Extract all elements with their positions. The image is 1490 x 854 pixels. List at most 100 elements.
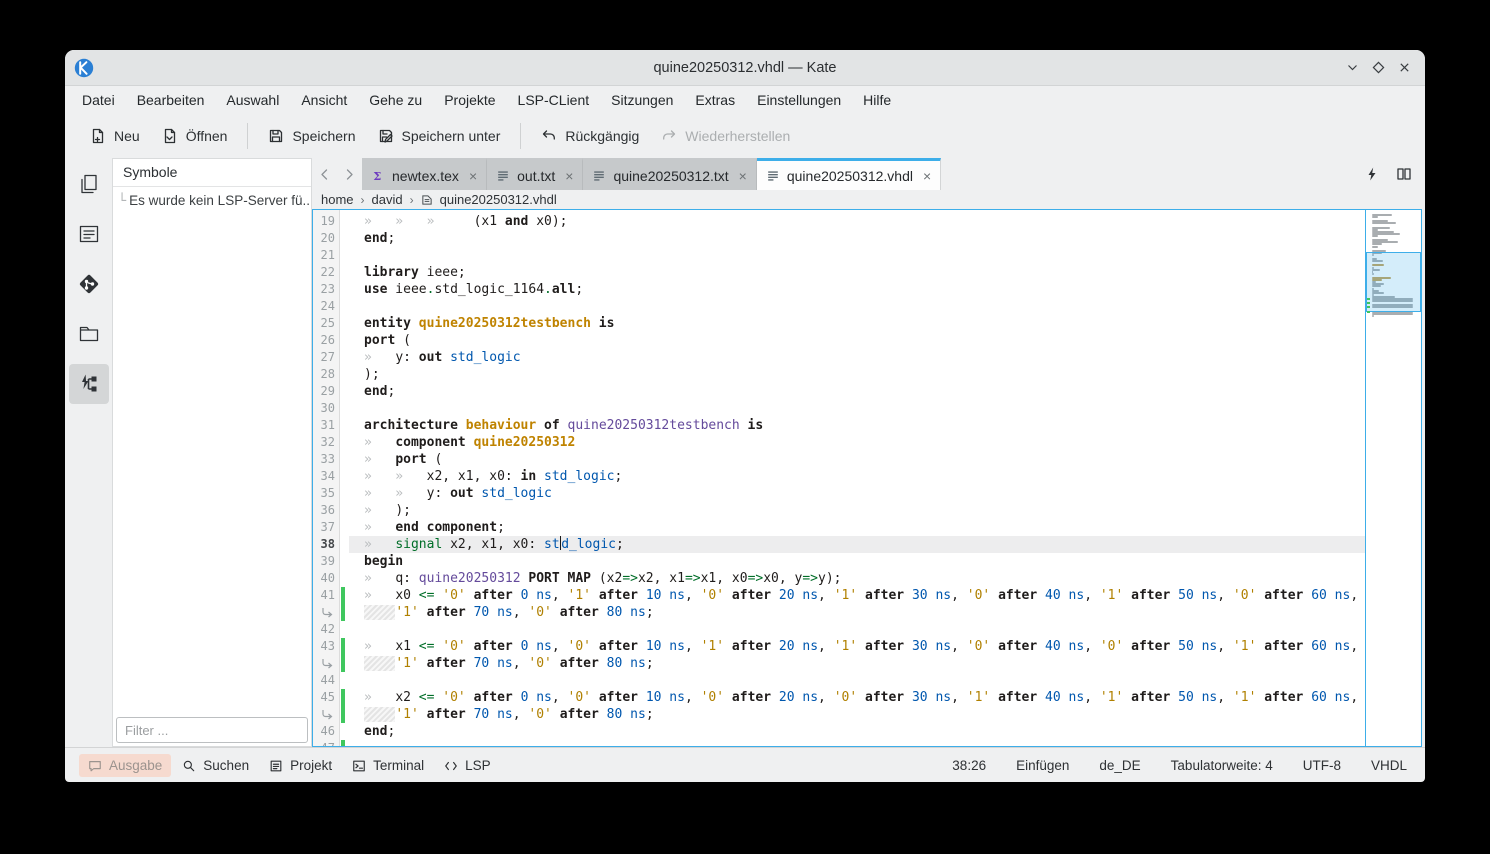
code-line-20[interactable]: end;: [349, 230, 1365, 247]
line-number-47[interactable]: 47: [313, 740, 335, 747]
menu-projekte[interactable]: Projekte: [433, 88, 506, 112]
statusbar-projekt-button[interactable]: Projekt: [260, 754, 341, 777]
code-line-27[interactable]: » y: out std_logic: [349, 349, 1365, 366]
line-number-19[interactable]: 19: [313, 213, 335, 230]
line-number-40[interactable]: 40: [313, 570, 335, 587]
toolbar-speichern-unter-button[interactable]: Speichern unter: [367, 121, 512, 151]
code-line-25[interactable]: entity quine20250312testbench is: [349, 315, 1365, 332]
line-number-32[interactable]: 32: [313, 434, 335, 451]
code-line-34[interactable]: » » x2, x1, x0: in std_logic;: [349, 468, 1365, 485]
code-line-37[interactable]: » end component;: [349, 519, 1365, 536]
minimize-button[interactable]: [1346, 61, 1359, 74]
code-line-30[interactable]: [349, 400, 1365, 417]
code-line-26[interactable]: port (: [349, 332, 1365, 349]
code-line-35[interactable]: » » y: out std_logic: [349, 485, 1365, 502]
tab-close-icon[interactable]: ×: [739, 169, 747, 183]
line-number-24[interactable]: 24: [313, 298, 335, 315]
statusbar-lsp-button[interactable]: LSP: [435, 754, 500, 777]
split-view-icon[interactable]: [1396, 166, 1412, 182]
minimap-scrollbar[interactable]: [1365, 210, 1421, 746]
breadcrumb-david[interactable]: david: [372, 192, 403, 207]
menu-extras[interactable]: Extras: [684, 88, 746, 112]
code-line-23[interactable]: use ieee.std_logic_1164.all;: [349, 281, 1365, 298]
code-line-36[interactable]: » );: [349, 502, 1365, 519]
code-line-21[interactable]: [349, 247, 1365, 264]
line-number-36[interactable]: 36: [313, 502, 335, 519]
statusbar-input-mode[interactable]: Einfügen: [1016, 758, 1069, 773]
line-number-42[interactable]: 42: [313, 621, 335, 638]
line-number-44[interactable]: 44: [313, 672, 335, 689]
titlebar[interactable]: quine20250312.vhdl — Kate: [65, 50, 1425, 86]
code-line-33[interactable]: » port (: [349, 451, 1365, 468]
editor[interactable]: 1920212223242526272829303132333435363738…: [312, 209, 1422, 747]
tab-newtex-tex[interactable]: Σnewtex.tex×: [362, 158, 487, 190]
line-number-35[interactable]: 35: [313, 485, 335, 502]
line-number-30[interactable]: 30: [313, 400, 335, 417]
line-number-45[interactable]: 45: [313, 689, 335, 706]
toolview-symbols-button[interactable]: [69, 364, 109, 404]
statusbar-terminal-button[interactable]: Terminal: [343, 754, 433, 777]
tab-out-txt[interactable]: out.txt×: [487, 158, 583, 190]
code-line-32[interactable]: » component quine20250312: [349, 434, 1365, 451]
line-number-38[interactable]: 38: [313, 536, 335, 553]
code-line-45[interactable]: » x2 <= '0' after 0 ns, '0' after 10 ns,…: [349, 689, 1365, 706]
breadcrumb-file[interactable]: quine20250312.vhdl: [440, 192, 557, 207]
menu-gehe-zu[interactable]: Gehe zu: [358, 88, 433, 112]
code-line-24[interactable]: [349, 298, 1365, 315]
line-number-46[interactable]: 46: [313, 723, 335, 740]
tab-quine20250312-txt[interactable]: quine20250312.txt×: [583, 158, 756, 190]
menu-ansicht[interactable]: Ansicht: [290, 88, 358, 112]
code-line-28[interactable]: );: [349, 366, 1365, 383]
line-number-37[interactable]: 37: [313, 519, 335, 536]
code-line-46[interactable]: end;: [349, 723, 1365, 740]
code-line-44[interactable]: [349, 672, 1365, 689]
statusbar-cursor-position[interactable]: 38:26: [952, 758, 986, 773]
breadcrumb-home[interactable]: home: [321, 192, 354, 207]
toolbar-neu-button[interactable]: Neu: [79, 121, 151, 151]
code-line-29[interactable]: end;: [349, 383, 1365, 400]
line-number-31[interactable]: 31: [313, 417, 335, 434]
code-text-area[interactable]: » » » (x1 and x0);end;library ieee;use i…: [349, 210, 1365, 746]
code-line-38[interactable]: » signal x2, x1, x0: std_logic;: [349, 536, 1365, 553]
line-number-23[interactable]: 23: [313, 281, 335, 298]
toolview-documents-button[interactable]: [69, 164, 109, 204]
line-number-43[interactable]: 43: [313, 638, 335, 655]
symbols-filter-input[interactable]: [116, 717, 308, 743]
line-number-22[interactable]: 22: [313, 264, 335, 281]
line-number-41[interactable]: 41: [313, 587, 335, 604]
line-number-39[interactable]: 39: [313, 553, 335, 570]
menu-einstellungen[interactable]: Einstellungen: [746, 88, 852, 112]
code-line-22[interactable]: library ieee;: [349, 264, 1365, 281]
code-line-40[interactable]: » q: quine20250312 PORT MAP (x2=>x2, x1=…: [349, 570, 1365, 587]
statusbar-syntax-mode[interactable]: VHDL: [1371, 758, 1407, 773]
menu-hilfe[interactable]: Hilfe: [852, 88, 902, 112]
code-line-41[interactable]: » x0 <= '0' after 0 ns, '1' after 10 ns,…: [349, 587, 1365, 604]
toolview-open-files-button[interactable]: [69, 214, 109, 254]
code-line-19[interactable]: » » » (x1 and x0);: [349, 213, 1365, 230]
line-number-34[interactable]: 34: [313, 468, 335, 485]
line-number-25[interactable]: 25: [313, 315, 335, 332]
toolview-git-button[interactable]: [69, 264, 109, 304]
code-line-wrap[interactable]: '1' after 70 ns, '0' after 80 ns;: [349, 655, 1365, 672]
tab-close-icon[interactable]: ×: [923, 169, 931, 183]
code-line-39[interactable]: begin: [349, 553, 1365, 570]
line-number-28[interactable]: 28: [313, 366, 335, 383]
code-line-31[interactable]: architecture behaviour of quine20250312t…: [349, 417, 1365, 434]
code-line-43[interactable]: » x1 <= '0' after 0 ns, '0' after 10 ns,…: [349, 638, 1365, 655]
line-number-21[interactable]: 21: [313, 247, 335, 264]
statusbar-ausgabe-button[interactable]: Ausgabe: [79, 754, 171, 777]
minimap-viewport[interactable]: [1366, 252, 1421, 312]
line-number-29[interactable]: 29: [313, 383, 335, 400]
tab-close-icon[interactable]: ×: [469, 169, 477, 183]
statusbar-encoding[interactable]: UTF-8: [1303, 758, 1341, 773]
toolbar-ffnen-button[interactable]: Öffnen: [151, 121, 239, 151]
quick-open-icon[interactable]: [1364, 166, 1380, 182]
menu-sitzungen[interactable]: Sitzungen: [600, 88, 684, 112]
toolbar-speichern-button[interactable]: Speichern: [257, 121, 366, 151]
line-number-33[interactable]: 33: [313, 451, 335, 468]
toolview-filesystem-button[interactable]: [69, 314, 109, 354]
line-number-gutter[interactable]: 1920212223242526272829303132333435363738…: [313, 210, 340, 746]
code-line-wrap[interactable]: '1' after 70 ns, '0' after 80 ns;: [349, 706, 1365, 723]
statusbar-dictionary[interactable]: de_DE: [1099, 758, 1140, 773]
menu-bearbeiten[interactable]: Bearbeiten: [126, 88, 216, 112]
